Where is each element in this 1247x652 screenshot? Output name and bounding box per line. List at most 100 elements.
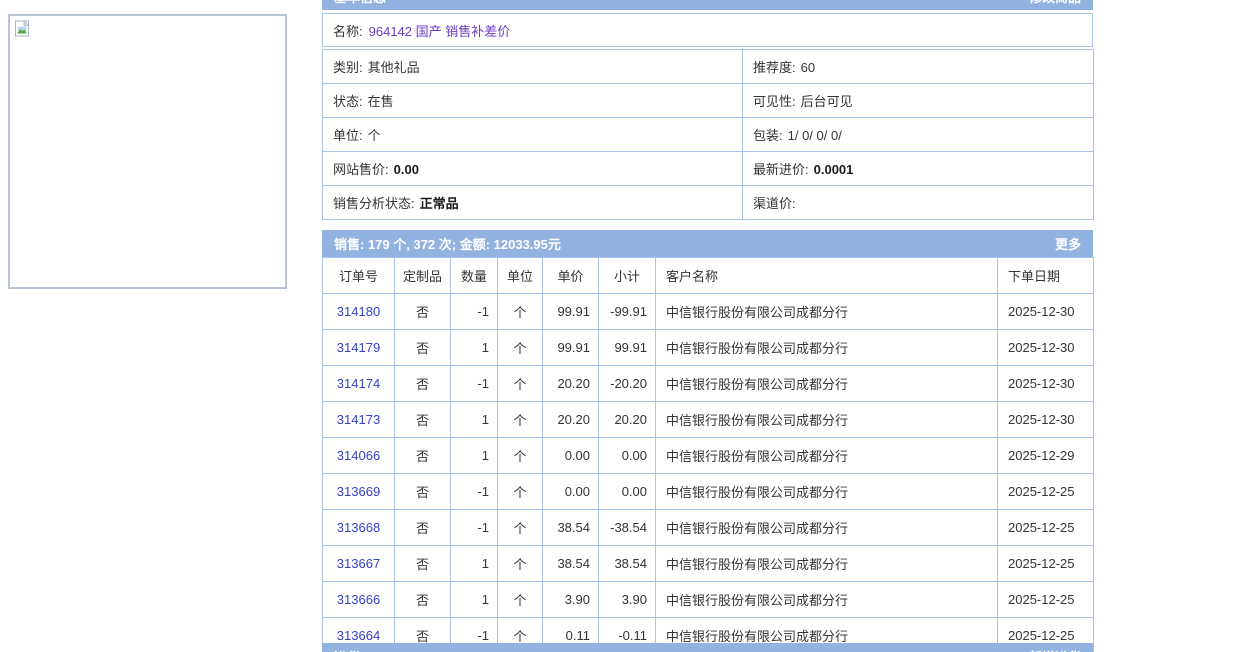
sales-cell: 0.00 <box>543 474 599 510</box>
sales-cell: 否 <box>395 474 451 510</box>
info-cell-left: 销售分析状态: 正常品 <box>323 186 743 220</box>
field-value: 后台可见 <box>801 94 853 109</box>
info-cell-right: 渠道价: <box>743 186 1094 220</box>
field-label: 销售分析状态: <box>333 196 415 211</box>
sales-cell: 否 <box>395 366 451 402</box>
field-value: 个 <box>368 128 381 143</box>
product-name-row: 名称: 964142 国产 销售补差价 <box>322 13 1093 47</box>
sales-cell: 2025-12-25 <box>998 510 1094 546</box>
order-number-link[interactable]: 313666 <box>337 592 380 607</box>
purchase-action-link[interactable]: 新增进货 <box>1029 647 1081 652</box>
field-value: 1/ 0/ 0/ 0/ <box>788 128 842 143</box>
basic-info-header-bar: 基本信息 修改商品 <box>322 0 1093 10</box>
sales-cell: 20.20 <box>543 402 599 438</box>
product-image-placeholder <box>8 14 287 289</box>
sales-cell: 2025-12-25 <box>998 474 1094 510</box>
sales-cell: 否 <box>395 582 451 618</box>
sales-cell: 1 <box>451 438 498 474</box>
order-number-link[interactable]: 313667 <box>337 556 380 571</box>
sales-cell: 个 <box>498 474 543 510</box>
sales-cell: -99.91 <box>599 294 656 330</box>
sales-cell: 1 <box>451 546 498 582</box>
sales-cell: 0.00 <box>543 438 599 474</box>
sales-cell: 99.91 <box>599 330 656 366</box>
sales-cell: 20.20 <box>599 402 656 438</box>
sales-cell: -1 <box>451 510 498 546</box>
sales-cell: 3.90 <box>543 582 599 618</box>
sales-cell: 0.00 <box>599 438 656 474</box>
purchase-header-bar: 进货: 1 新增进货 <box>322 643 1093 652</box>
sales-cell: 1 <box>451 402 498 438</box>
sales-column-header: 下单日期 <box>998 258 1094 294</box>
sales-cell: 个 <box>498 438 543 474</box>
sales-order-row: 313666否1个3.903.90中信银行股份有限公司成都分行2025-12-2… <box>323 582 1094 618</box>
info-cell-left: 状态:在售 <box>323 84 743 118</box>
sales-cell: 中信银行股份有限公司成都分行 <box>656 294 998 330</box>
product-name-link[interactable]: 964142 国产 销售补差价 <box>369 21 511 40</box>
field-label: 网站售价: <box>333 162 389 177</box>
basic-info-table: 类别: 其他礼品 推荐度:60状态:在售可见性:后台可见单位: 个 包装: 1/ 0/ 0… <box>322 49 1094 220</box>
sales-cell: 否 <box>395 438 451 474</box>
sales-cell: -1 <box>451 294 498 330</box>
field-label: 类别: <box>333 60 363 75</box>
sales-order-row: 314179否1个99.9199.91中信银行股份有限公司成都分行2025-12… <box>323 330 1094 366</box>
field-value: 在售 <box>368 94 394 109</box>
sales-cell: 2025-12-25 <box>998 582 1094 618</box>
sales-cell: 个 <box>498 330 543 366</box>
order-number-link[interactable]: 314174 <box>337 376 380 391</box>
sales-column-header: 单价 <box>543 258 599 294</box>
order-number-link[interactable]: 314066 <box>337 448 380 463</box>
sales-order-row: 313669否-1个0.000.00中信银行股份有限公司成都分行2025-12-… <box>323 474 1094 510</box>
sales-more-link[interactable]: 更多 <box>1055 234 1081 253</box>
info-cell-left: 单位: 个 <box>323 118 743 152</box>
sales-cell: 个 <box>498 294 543 330</box>
field-label: 单位: <box>333 128 363 143</box>
order-number-link[interactable]: 314173 <box>337 412 380 427</box>
sales-cell: 3.90 <box>599 582 656 618</box>
sales-cell: 个 <box>498 402 543 438</box>
order-number-cell: 314179 <box>323 330 395 366</box>
info-cell-right: 可见性:后台可见 <box>743 84 1094 118</box>
sales-cell: 2025-12-30 <box>998 330 1094 366</box>
order-number-link[interactable]: 313668 <box>337 520 380 535</box>
sales-cell: 中信银行股份有限公司成都分行 <box>656 366 998 402</box>
modify-product-link[interactable]: 修改商品 <box>1029 0 1081 6</box>
sales-cell: 2025-12-30 <box>998 366 1094 402</box>
sales-order-row: 313668否-1个38.54-38.54中信银行股份有限公司成都分行2025-… <box>323 510 1094 546</box>
sales-cell: 中信银行股份有限公司成都分行 <box>656 330 998 366</box>
info-row: 类别: 其他礼品 推荐度:60 <box>323 50 1094 84</box>
sales-cell: 99.91 <box>543 294 599 330</box>
info-row: 状态:在售可见性:后台可见 <box>323 84 1094 118</box>
field-value: 正常品 <box>420 196 459 211</box>
sales-order-row: 314174否-1个20.20-20.20中信银行股份有限公司成都分行2025-… <box>323 366 1094 402</box>
sales-cell: 个 <box>498 582 543 618</box>
sales-cell: 中信银行股份有限公司成都分行 <box>656 474 998 510</box>
order-number-link[interactable]: 314179 <box>337 340 380 355</box>
order-number-link[interactable]: 314180 <box>337 304 380 319</box>
order-number-cell: 314066 <box>323 438 395 474</box>
order-number-cell: 313666 <box>323 582 395 618</box>
sales-cell: 否 <box>395 510 451 546</box>
order-number-link[interactable]: 313664 <box>337 628 380 643</box>
sales-header-bar: 销售: 179 个, 372 次; 金额: 12033.95元 更多 <box>322 230 1093 257</box>
field-value: 0.00 <box>394 162 419 177</box>
info-table-body: 类别: 其他礼品 推荐度:60状态:在售可见性:后台可见单位: 个 包装: 1/ 0/ 0… <box>323 50 1094 220</box>
field-value: 0.0001 <box>814 162 854 177</box>
field-label: 包装: <box>753 128 783 143</box>
sales-header-row: 订单号定制品数量单位单价小计客户名称下单日期 <box>323 258 1094 294</box>
sales-cell: 否 <box>395 402 451 438</box>
sales-column-header: 定制品 <box>395 258 451 294</box>
info-cell-right: 推荐度:60 <box>743 50 1094 84</box>
sales-cell: 2025-12-30 <box>998 402 1094 438</box>
sales-column-header: 客户名称 <box>656 258 998 294</box>
order-number-cell: 313669 <box>323 474 395 510</box>
sales-cell: 2025-12-30 <box>998 294 1094 330</box>
order-number-cell: 313667 <box>323 546 395 582</box>
sales-cell: 否 <box>395 330 451 366</box>
sales-cell: 2025-12-29 <box>998 438 1094 474</box>
sales-order-row: 314180否-1个99.91-99.91中信银行股份有限公司成都分行2025-… <box>323 294 1094 330</box>
order-number-link[interactable]: 313669 <box>337 484 380 499</box>
field-value: 其他礼品 <box>368 60 420 75</box>
info-cell-left: 网站售价: 0.00 <box>323 152 743 186</box>
sales-table-body: 314180否-1个99.91-99.91中信银行股份有限公司成都分行2025-… <box>323 294 1094 652</box>
